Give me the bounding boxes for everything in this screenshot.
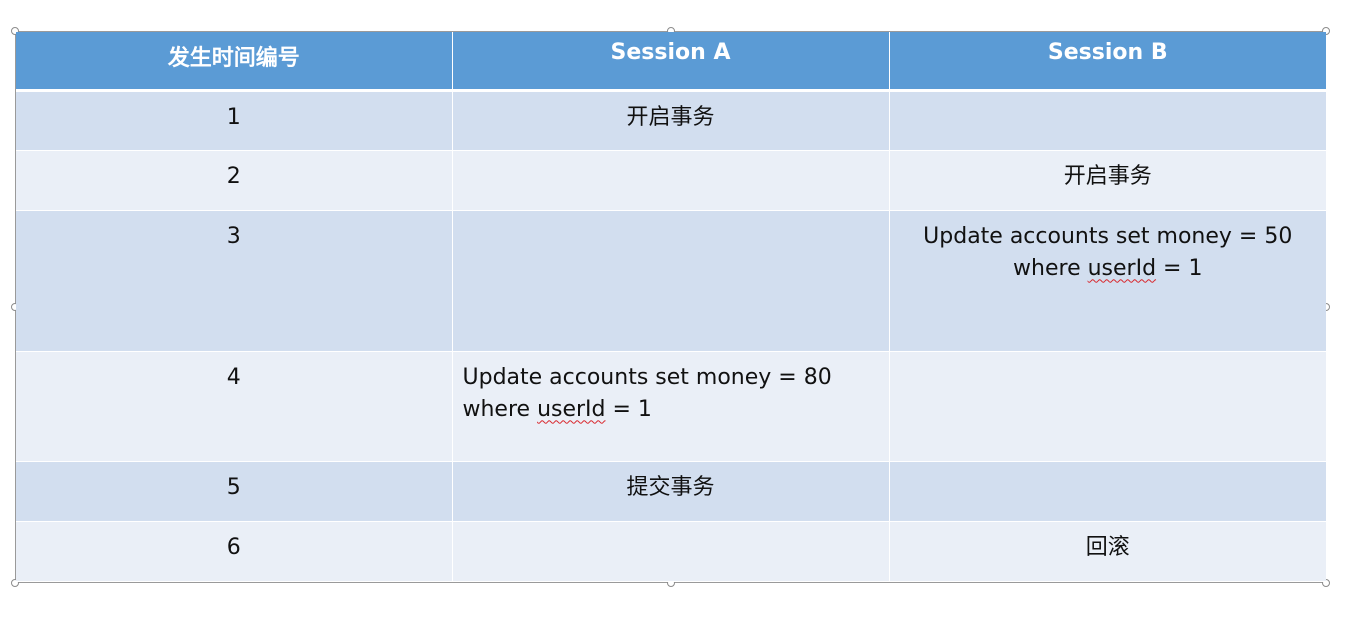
- spellcheck-word: userId: [1087, 255, 1157, 281]
- cell-session-b[interactable]: [889, 461, 1326, 522]
- spellcheck-word: userId: [537, 396, 606, 422]
- sql-line: where userId = 1: [463, 394, 879, 426]
- sql-text: = 1: [605, 396, 652, 422]
- header-session-b[interactable]: Session B: [889, 32, 1326, 92]
- header-time-seq[interactable]: 发生时间编号: [16, 32, 453, 92]
- cell-session-b[interactable]: [889, 90, 1326, 151]
- sql-line: Update accounts set money = 50: [923, 223, 1293, 249]
- cell-session-a[interactable]: [452, 521, 890, 582]
- sql-text: where: [462, 396, 538, 422]
- table-row: 6 回滚: [16, 521, 1326, 582]
- cell-num[interactable]: 1: [16, 90, 453, 151]
- cell-session-a[interactable]: [452, 150, 890, 211]
- sql-line: where userId = 1: [900, 253, 1317, 285]
- cell-session-b[interactable]: 回滚: [889, 521, 1326, 582]
- table-row: 5 提交事务: [16, 461, 1326, 522]
- cell-num[interactable]: 6: [16, 521, 453, 582]
- cell-num[interactable]: 5: [16, 461, 453, 522]
- cell-num[interactable]: 3: [16, 210, 453, 352]
- header-row: 发生时间编号 Session A Session B: [16, 32, 1326, 92]
- table-row: 4 Update accounts set money = 80 where u…: [16, 351, 1326, 462]
- table-row: 3 Update accounts set money = 50 where u…: [16, 210, 1326, 352]
- cell-session-b[interactable]: 开启事务: [889, 150, 1326, 211]
- sql-line: Update accounts set money = 80: [462, 364, 832, 390]
- sql-text: where: [1013, 255, 1088, 281]
- transaction-timeline-table[interactable]: 发生时间编号 Session A Session B 1 开启事务 2 开启事务…: [16, 32, 1326, 582]
- cell-session-a[interactable]: [452, 210, 890, 352]
- table-row: 2 开启事务: [16, 150, 1326, 211]
- cell-num[interactable]: 2: [16, 150, 453, 211]
- sql-text: = 1: [1156, 255, 1203, 281]
- cell-session-a[interactable]: Update accounts set money = 80 where use…: [452, 351, 890, 462]
- cell-session-b[interactable]: [889, 351, 1326, 462]
- header-session-a[interactable]: Session A: [452, 32, 890, 92]
- table-row: 1 开启事务: [16, 90, 1326, 151]
- cell-num[interactable]: 4: [16, 351, 453, 462]
- cell-session-a[interactable]: 提交事务: [452, 461, 890, 522]
- cell-session-b[interactable]: Update accounts set money = 50 where use…: [889, 210, 1326, 352]
- cell-session-a[interactable]: 开启事务: [452, 90, 890, 151]
